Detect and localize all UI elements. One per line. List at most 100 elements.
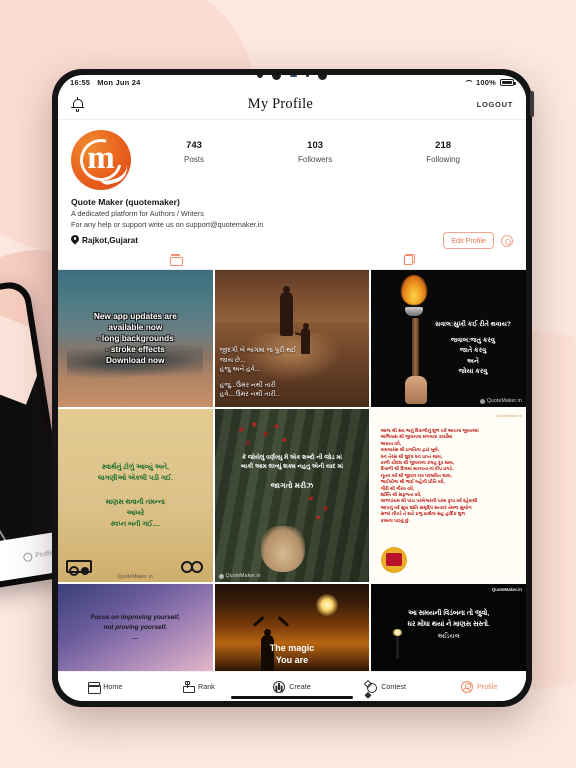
nav-item-home[interactable]: Home	[58, 681, 152, 694]
home-indicator[interactable]	[231, 695, 353, 699]
profile-top-row: m 743 Posts 103 Followers 218 Following	[71, 130, 513, 190]
post-tile[interactable]: જીંદગી બે ભાગમાં જ પુરી થઈ જાય છે... હજુ…	[214, 270, 370, 407]
tab-collections[interactable]	[292, 249, 526, 269]
profile-bio-line-2: For any help or support write us on supp…	[71, 219, 264, 229]
stat-posts-value: 743	[186, 140, 202, 151]
post-3-answer-a: જવાબ:જતુ કરવુ	[450, 336, 495, 344]
post-1-line-b: available now	[108, 322, 163, 332]
post-6-text: આજ થી સવ જનું દિવાળીનું શુભ પર્વ આપના જી…	[381, 428, 519, 524]
post-8-sun	[316, 594, 339, 617]
post-4-text: સ્વાર્થનું ટોળું આવ્યું અને, લાગણીઓ એકલી…	[58, 459, 213, 533]
post-tile[interactable]: QuoteMaker.in આ સમયની વિડંબના તો જુવો, ઘ…	[371, 584, 526, 671]
post-8-text: The magic You are	[215, 639, 370, 669]
post-7-line-b: not proving yourself.	[103, 623, 168, 631]
gear-icon[interactable]	[501, 234, 513, 247]
profile-location-text: Rajkot,Gujarat	[82, 236, 138, 245]
post-4-watermark: QuoteMaker.in	[117, 574, 153, 580]
post-7-text: Focus on improving yourself, not proving…	[58, 610, 213, 646]
camera-dot-small	[306, 75, 309, 77]
post-3-watermark: QuoteMaker.in	[479, 398, 522, 404]
stat-posts[interactable]: 743 Posts	[184, 138, 204, 166]
nav-rank-label: Rank	[198, 682, 215, 691]
profile-stats: 743 Posts 103 Followers 218 Following	[131, 130, 513, 166]
post-1-text: New app updates are available now - long…	[58, 308, 213, 369]
post-5-line-c: જાગતો મરીઝ	[270, 480, 314, 490]
stat-followers[interactable]: 103 Followers	[298, 138, 332, 166]
post-3-torch-handle	[411, 317, 419, 380]
camera-dot	[257, 75, 263, 78]
profile-display-name: Quote Maker (quotemaker)	[71, 197, 180, 207]
page-title: My Profile	[247, 96, 313, 112]
nav-item-profile[interactable]: Profile	[432, 680, 526, 693]
post-8-arm-right	[277, 615, 289, 627]
home-icon	[87, 681, 101, 694]
stat-following[interactable]: 218 Following	[426, 138, 460, 166]
post-3-answer-d: જોયા કરવુ	[458, 368, 488, 376]
logout-button[interactable]: LOGOUT	[477, 100, 513, 109]
contest-icon	[365, 681, 378, 693]
profile-bio-line-1: A dedicated platform for Authors / Write…	[71, 209, 204, 218]
post-7-line-a: Focus on improving yourself,	[90, 613, 181, 621]
nav-create-label: Create	[289, 682, 311, 691]
post-2-line-e: હવે....ઉંમર નથી તારી..	[219, 391, 280, 399]
location-pin-icon	[71, 235, 79, 246]
post-2-text: જીંદગી બે ભાગમાં જ પુરી થઈ જાય છે... હજુ…	[215, 343, 370, 403]
collections-icon	[403, 253, 415, 265]
nav-item-create[interactable]: Create	[245, 680, 339, 693]
post-5-text: કે જોયેલું વર્ણવ્યુ મેં એક શબ્દો ની જોડ …	[215, 451, 370, 494]
notification-bell-icon[interactable]	[71, 96, 84, 112]
post-6-line: કામના પાઠવું છું.	[380, 517, 410, 523]
post-9-text: આ સમયની વિડંબના તો જુવો, ઘર મોંઘા થયાં ન…	[371, 605, 526, 645]
front-camera-cluster	[58, 75, 526, 80]
post-4-line-c: માણસ થવાની તમન્ના	[105, 498, 165, 506]
post-2-line-c: હજુ અને હવે...	[219, 366, 261, 374]
post-tile[interactable]: QuoteMaker.in આજ થી સવ જનું દિવાળીનું શુ…	[371, 409, 526, 582]
avatar[interactable]: m	[71, 130, 131, 190]
nav-item-rank[interactable]: Rank	[152, 680, 246, 693]
stat-posts-label: Posts	[183, 155, 204, 164]
post-tile[interactable]: The magic You are	[214, 584, 370, 671]
post-4-bike-silhouette	[181, 560, 204, 574]
post-6-watermark: QuoteMaker.in	[495, 413, 522, 418]
nav-contest-label: Contest	[381, 682, 406, 691]
post-2-line-a: જીંદગી બે ભાગમાં જ પુરી થઈ	[219, 347, 297, 355]
post-tile[interactable]: New app updates are available now - long…	[58, 270, 213, 407]
grid-icon	[169, 254, 183, 266]
profile-location: Rajkot,Gujarat	[71, 235, 138, 246]
tab-posts-grid[interactable]	[58, 249, 292, 269]
profile-section: m 743 Posts 103 Followers 218 Following	[58, 120, 526, 249]
posts-grid: New app updates are available now - long…	[58, 270, 526, 671]
post-2-figure-adult	[279, 285, 293, 336]
post-5-line-b: બાકી આમ લખ્યું શક્ય નહતુ એની યાદ માં	[240, 463, 344, 470]
post-1-line-c: - long backgrounds	[96, 333, 174, 343]
post-9-line-b: ઘર મોંઘા થયાં ને માણસ સસ્તો.	[407, 620, 490, 628]
edit-profile-button[interactable]: Edit Profile	[443, 232, 494, 249]
post-tile[interactable]: સવાલ:સુખી કઈ રીતે થવાય? જવાબ:જતુ કરવુ જા…	[371, 270, 526, 407]
rank-icon	[182, 680, 195, 693]
profile-location-row: Rajkot,Gujarat Edit Profile	[71, 232, 513, 249]
profile-tab-strip	[58, 249, 526, 270]
post-3-answer-b: જાતે કરવુ	[459, 347, 487, 355]
profile-actions: Edit Profile	[443, 232, 513, 249]
tablet-screen: 16:55 Mon Jun 24 100% My Profile LOGOUT …	[58, 75, 526, 701]
stat-following-label: Following	[426, 155, 460, 164]
post-2-line-b: જાય છે...	[219, 356, 246, 364]
camera-lens-2	[318, 75, 327, 80]
stat-followers-label: Followers	[297, 155, 333, 164]
plus-circle-icon	[273, 680, 286, 693]
profile-icon	[460, 680, 473, 693]
post-1-line-a: New app updates are	[93, 311, 177, 321]
stat-followers-value: 103	[307, 140, 324, 151]
post-tile[interactable]: કે જોયેલું વર્ણવ્યુ મેં એક શબ્દો ની જોડ …	[214, 409, 370, 582]
nav-item-contest[interactable]: Contest	[339, 681, 433, 693]
post-tile[interactable]: સ્વાર્થનું ટોળું આવ્યું અને, લાગણીઓ એકલી…	[58, 409, 213, 582]
battery-icon	[500, 79, 516, 86]
camera-lens	[272, 75, 281, 80]
post-1-line-e: Download now	[106, 355, 165, 365]
nav-profile-label: Profile	[476, 682, 498, 691]
post-2-line-d: હજુ...ઉંમર નથી તારી	[219, 381, 276, 389]
post-9-line-a: આ સમયની વિડંબના તો જુવો,	[408, 609, 490, 617]
post-tile[interactable]: Focus on improving yourself, not proving…	[58, 584, 213, 671]
post-4-line-e: સ્વપ્ન બની ગઈ....	[110, 520, 161, 528]
tablet-device-frame: 16:55 Mon Jun 24 100% My Profile LOGOUT …	[52, 69, 534, 707]
